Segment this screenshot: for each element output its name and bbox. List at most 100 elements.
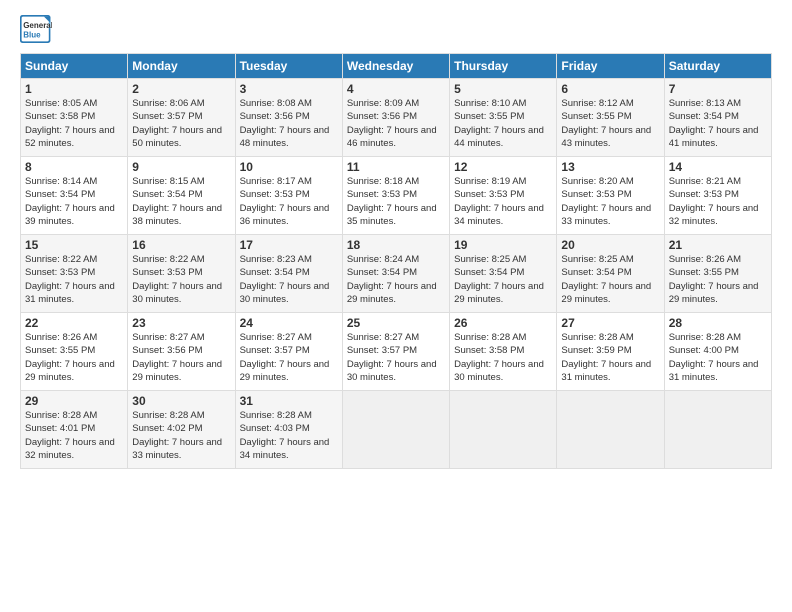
daylight-label: Daylight: 7 hours and 34 minutes. bbox=[240, 437, 330, 461]
calendar-cell: 4 Sunrise: 8:09 AM Sunset: 3:56 PM Dayli… bbox=[342, 79, 449, 157]
day-number: 7 bbox=[669, 82, 767, 96]
day-number: 5 bbox=[454, 82, 552, 96]
day-number: 10 bbox=[240, 160, 338, 174]
day-number: 22 bbox=[25, 316, 123, 330]
daylight-label: Daylight: 7 hours and 29 minutes. bbox=[347, 281, 437, 305]
daylight-label: Daylight: 7 hours and 30 minutes. bbox=[347, 359, 437, 383]
header-cell-thursday: Thursday bbox=[450, 54, 557, 79]
sunset-label: Sunset: 3:55 PM bbox=[561, 111, 631, 122]
day-number: 3 bbox=[240, 82, 338, 96]
sunset-label: Sunset: 3:53 PM bbox=[240, 189, 310, 200]
sunset-label: Sunset: 3:57 PM bbox=[132, 111, 202, 122]
cell-content: Sunrise: 8:08 AM Sunset: 3:56 PM Dayligh… bbox=[240, 97, 338, 150]
sunrise-label: Sunrise: 8:27 AM bbox=[132, 332, 204, 343]
calendar-cell: 17 Sunrise: 8:23 AM Sunset: 3:54 PM Dayl… bbox=[235, 235, 342, 313]
cell-content: Sunrise: 8:28 AM Sunset: 3:58 PM Dayligh… bbox=[454, 331, 552, 384]
sunset-label: Sunset: 4:01 PM bbox=[25, 423, 95, 434]
daylight-label: Daylight: 7 hours and 46 minutes. bbox=[347, 125, 437, 149]
sunrise-label: Sunrise: 8:19 AM bbox=[454, 176, 526, 187]
day-number: 13 bbox=[561, 160, 659, 174]
sunrise-label: Sunrise: 8:28 AM bbox=[132, 410, 204, 421]
calendar-table: SundayMondayTuesdayWednesdayThursdayFrid… bbox=[20, 53, 772, 469]
daylight-label: Daylight: 7 hours and 38 minutes. bbox=[132, 203, 222, 227]
svg-text:Blue: Blue bbox=[23, 30, 41, 39]
calendar-cell: 8 Sunrise: 8:14 AM Sunset: 3:54 PM Dayli… bbox=[21, 157, 128, 235]
cell-content: Sunrise: 8:27 AM Sunset: 3:57 PM Dayligh… bbox=[347, 331, 445, 384]
sunset-label: Sunset: 3:59 PM bbox=[561, 345, 631, 356]
cell-content: Sunrise: 8:20 AM Sunset: 3:53 PM Dayligh… bbox=[561, 175, 659, 228]
day-number: 14 bbox=[669, 160, 767, 174]
daylight-label: Daylight: 7 hours and 41 minutes. bbox=[669, 125, 759, 149]
header-row: SundayMondayTuesdayWednesdayThursdayFrid… bbox=[21, 54, 772, 79]
sunset-label: Sunset: 3:54 PM bbox=[132, 189, 202, 200]
day-number: 18 bbox=[347, 238, 445, 252]
sunrise-label: Sunrise: 8:05 AM bbox=[25, 98, 97, 109]
calendar-cell: 11 Sunrise: 8:18 AM Sunset: 3:53 PM Dayl… bbox=[342, 157, 449, 235]
cell-content: Sunrise: 8:14 AM Sunset: 3:54 PM Dayligh… bbox=[25, 175, 123, 228]
sunrise-label: Sunrise: 8:09 AM bbox=[347, 98, 419, 109]
calendar-cell: 5 Sunrise: 8:10 AM Sunset: 3:55 PM Dayli… bbox=[450, 79, 557, 157]
daylight-label: Daylight: 7 hours and 31 minutes. bbox=[669, 359, 759, 383]
daylight-label: Daylight: 7 hours and 34 minutes. bbox=[454, 203, 544, 227]
sunrise-label: Sunrise: 8:12 AM bbox=[561, 98, 633, 109]
sunrise-label: Sunrise: 8:18 AM bbox=[347, 176, 419, 187]
daylight-label: Daylight: 7 hours and 33 minutes. bbox=[561, 203, 651, 227]
day-number: 24 bbox=[240, 316, 338, 330]
sunset-label: Sunset: 3:58 PM bbox=[454, 345, 524, 356]
daylight-label: Daylight: 7 hours and 29 minutes. bbox=[454, 281, 544, 305]
day-number: 29 bbox=[25, 394, 123, 408]
day-number: 27 bbox=[561, 316, 659, 330]
header-cell-wednesday: Wednesday bbox=[342, 54, 449, 79]
sunrise-label: Sunrise: 8:28 AM bbox=[669, 332, 741, 343]
sunset-label: Sunset: 3:53 PM bbox=[561, 189, 631, 200]
daylight-label: Daylight: 7 hours and 43 minutes. bbox=[561, 125, 651, 149]
sunrise-label: Sunrise: 8:25 AM bbox=[454, 254, 526, 265]
cell-content: Sunrise: 8:22 AM Sunset: 3:53 PM Dayligh… bbox=[132, 253, 230, 306]
calendar-cell: 20 Sunrise: 8:25 AM Sunset: 3:54 PM Dayl… bbox=[557, 235, 664, 313]
calendar-cell: 26 Sunrise: 8:28 AM Sunset: 3:58 PM Dayl… bbox=[450, 313, 557, 391]
daylight-label: Daylight: 7 hours and 29 minutes. bbox=[25, 359, 115, 383]
calendar-cell: 9 Sunrise: 8:15 AM Sunset: 3:54 PM Dayli… bbox=[128, 157, 235, 235]
sunrise-label: Sunrise: 8:28 AM bbox=[561, 332, 633, 343]
header-cell-tuesday: Tuesday bbox=[235, 54, 342, 79]
sunset-label: Sunset: 3:57 PM bbox=[347, 345, 417, 356]
cell-content: Sunrise: 8:28 AM Sunset: 4:01 PM Dayligh… bbox=[25, 409, 123, 462]
cell-content: Sunrise: 8:09 AM Sunset: 3:56 PM Dayligh… bbox=[347, 97, 445, 150]
cell-content: Sunrise: 8:19 AM Sunset: 3:53 PM Dayligh… bbox=[454, 175, 552, 228]
sunset-label: Sunset: 3:54 PM bbox=[561, 267, 631, 278]
daylight-label: Daylight: 7 hours and 30 minutes. bbox=[132, 281, 222, 305]
calendar-cell: 24 Sunrise: 8:27 AM Sunset: 3:57 PM Dayl… bbox=[235, 313, 342, 391]
sunrise-label: Sunrise: 8:21 AM bbox=[669, 176, 741, 187]
sunset-label: Sunset: 3:56 PM bbox=[132, 345, 202, 356]
sunset-label: Sunset: 3:53 PM bbox=[669, 189, 739, 200]
cell-content: Sunrise: 8:28 AM Sunset: 3:59 PM Dayligh… bbox=[561, 331, 659, 384]
page-header: General Blue bbox=[20, 15, 772, 43]
svg-text:General: General bbox=[23, 21, 52, 30]
cell-content: Sunrise: 8:25 AM Sunset: 3:54 PM Dayligh… bbox=[454, 253, 552, 306]
cell-content: Sunrise: 8:28 AM Sunset: 4:02 PM Dayligh… bbox=[132, 409, 230, 462]
day-number: 16 bbox=[132, 238, 230, 252]
calendar-cell: 27 Sunrise: 8:28 AM Sunset: 3:59 PM Dayl… bbox=[557, 313, 664, 391]
calendar-cell: 23 Sunrise: 8:27 AM Sunset: 3:56 PM Dayl… bbox=[128, 313, 235, 391]
day-number: 4 bbox=[347, 82, 445, 96]
sunset-label: Sunset: 3:55 PM bbox=[669, 267, 739, 278]
calendar-cell: 21 Sunrise: 8:26 AM Sunset: 3:55 PM Dayl… bbox=[664, 235, 771, 313]
calendar-cell: 22 Sunrise: 8:26 AM Sunset: 3:55 PM Dayl… bbox=[21, 313, 128, 391]
cell-content: Sunrise: 8:27 AM Sunset: 3:57 PM Dayligh… bbox=[240, 331, 338, 384]
sunrise-label: Sunrise: 8:26 AM bbox=[669, 254, 741, 265]
sunset-label: Sunset: 3:54 PM bbox=[25, 189, 95, 200]
day-number: 21 bbox=[669, 238, 767, 252]
cell-content: Sunrise: 8:13 AM Sunset: 3:54 PM Dayligh… bbox=[669, 97, 767, 150]
daylight-label: Daylight: 7 hours and 32 minutes. bbox=[669, 203, 759, 227]
day-number: 17 bbox=[240, 238, 338, 252]
sunset-label: Sunset: 3:56 PM bbox=[347, 111, 417, 122]
daylight-label: Daylight: 7 hours and 48 minutes. bbox=[240, 125, 330, 149]
sunset-label: Sunset: 3:55 PM bbox=[454, 111, 524, 122]
daylight-label: Daylight: 7 hours and 29 minutes. bbox=[132, 359, 222, 383]
calendar-cell: 12 Sunrise: 8:19 AM Sunset: 3:53 PM Dayl… bbox=[450, 157, 557, 235]
daylight-label: Daylight: 7 hours and 30 minutes. bbox=[454, 359, 544, 383]
day-number: 26 bbox=[454, 316, 552, 330]
calendar-cell: 25 Sunrise: 8:27 AM Sunset: 3:57 PM Dayl… bbox=[342, 313, 449, 391]
sunrise-label: Sunrise: 8:13 AM bbox=[669, 98, 741, 109]
sunrise-label: Sunrise: 8:14 AM bbox=[25, 176, 97, 187]
